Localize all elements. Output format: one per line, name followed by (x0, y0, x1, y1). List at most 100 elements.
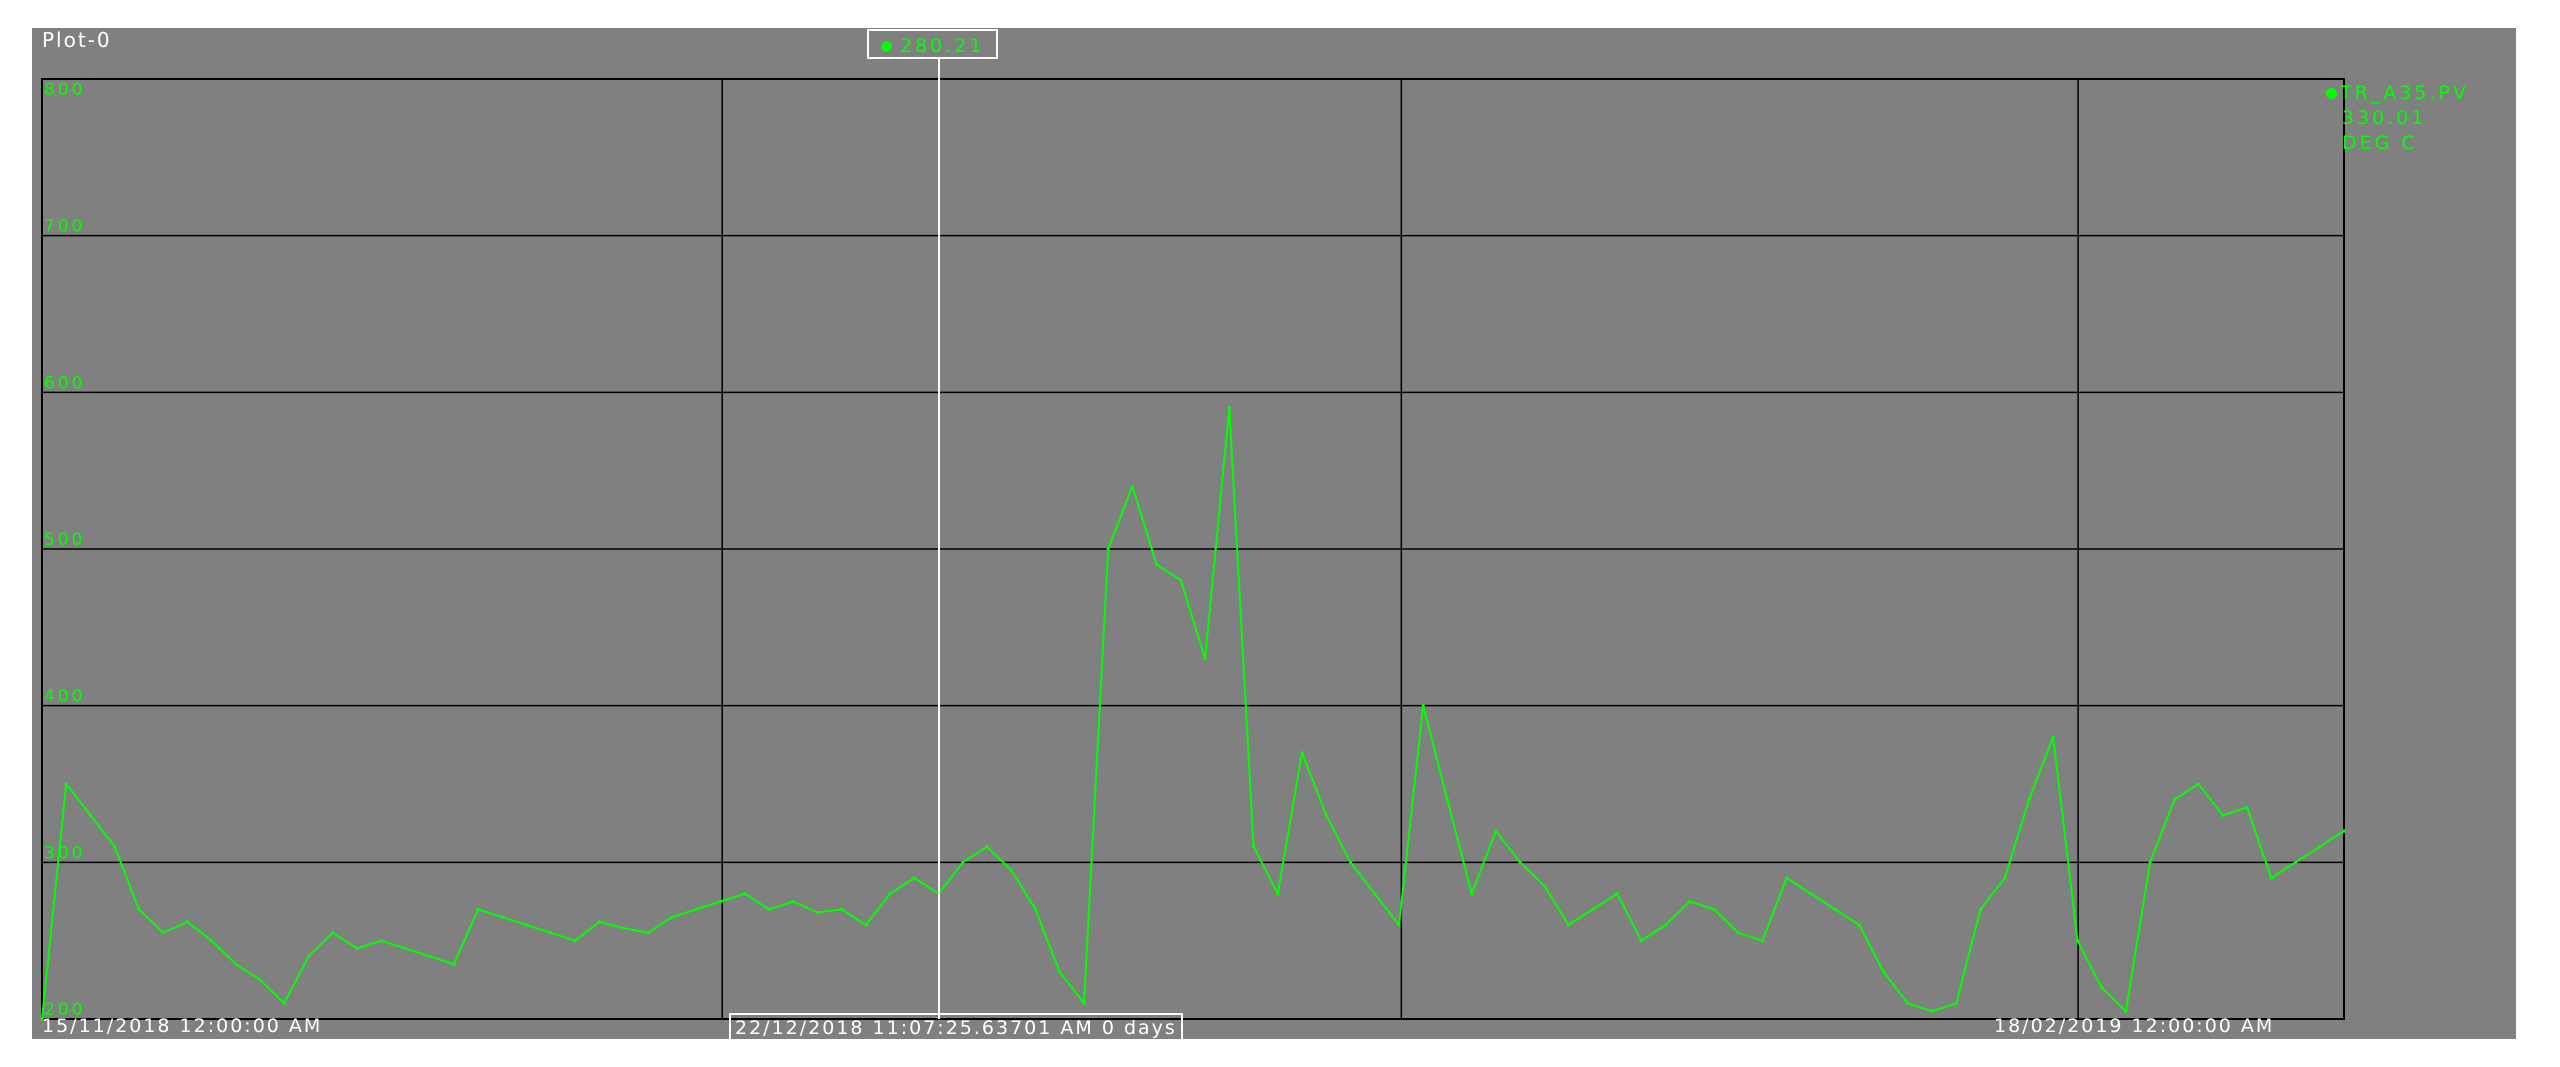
data-point (161, 931, 165, 935)
data-point (1130, 484, 1134, 488)
data-point (888, 892, 892, 896)
data-point (1591, 907, 1595, 911)
data-point (282, 1001, 286, 1005)
data-point (718, 899, 723, 904)
data-point (331, 931, 335, 935)
data-point (1227, 406, 1231, 410)
data-point (597, 920, 601, 924)
data-point (791, 899, 795, 904)
data-point (622, 926, 626, 930)
data-point (1009, 868, 1013, 872)
data-point (767, 907, 771, 911)
data-point (113, 845, 117, 849)
data-point (1809, 892, 1813, 896)
data-point (2221, 813, 2225, 817)
cursor-value-readout[interactable]: 280.21 (867, 29, 999, 59)
y-tick-label: 300 (44, 843, 85, 863)
data-point (864, 923, 868, 927)
data-point (1470, 892, 1474, 896)
data-point (1033, 907, 1038, 911)
legend-units: DEG C (2342, 132, 2418, 154)
data-point (1954, 1001, 1958, 1005)
data-point (1518, 860, 1522, 864)
data-point (1106, 547, 1110, 551)
data-point (1760, 939, 1764, 943)
data-point (2075, 939, 2080, 943)
trend-plot[interactable]: 200300400500600700800 (32, 28, 2516, 1039)
data-point (646, 931, 650, 935)
data-point (476, 907, 480, 911)
data-point (1373, 892, 1377, 896)
data-point (137, 907, 141, 911)
y-tick-label: 700 (44, 217, 85, 237)
data-point (1421, 704, 1425, 708)
data-point (88, 813, 93, 817)
data-point (1857, 923, 1861, 927)
data-point (1639, 939, 1643, 943)
data-point (1082, 1001, 1086, 1005)
data-point (2051, 735, 2055, 739)
data-point (2148, 860, 2152, 864)
data-point (1179, 578, 1183, 582)
legend-value: 330.01 (2342, 107, 2427, 129)
data-point (379, 939, 383, 943)
data-point (1615, 892, 1619, 896)
data-point (2293, 860, 2298, 864)
data-point (64, 782, 68, 786)
data-point (1785, 876, 1789, 880)
series-dot-icon (881, 41, 892, 52)
data-point (1300, 751, 1304, 755)
data-point (355, 946, 359, 951)
data-point (815, 910, 820, 915)
data-point (452, 962, 456, 966)
data-point (2269, 876, 2273, 880)
data-point (1736, 931, 1740, 935)
data-point (403, 946, 408, 951)
y-tick-label: 400 (44, 687, 85, 707)
data-point (2342, 829, 2346, 833)
data-point (210, 939, 214, 943)
series-line-tr-a35[interactable] (41, 407, 2345, 1020)
data-point (2172, 798, 2176, 802)
data-point (2027, 798, 2031, 802)
data-point (428, 954, 432, 958)
legend[interactable]: TR_A35.PV 330.01 DEG C (2326, 81, 2469, 156)
data-point (525, 923, 529, 927)
data-point (743, 892, 747, 896)
data-point (1688, 899, 1692, 904)
data-point (2100, 986, 2104, 990)
data-point (1712, 907, 1716, 911)
data-point (2245, 805, 2249, 810)
data-point (1348, 860, 1353, 864)
data-point (2197, 782, 2201, 786)
legend-tag-row: TR_A35.PV (2326, 81, 2469, 106)
data-point (549, 931, 553, 935)
series-dot-icon (2326, 88, 2337, 99)
trend-window: 200 300 400 500 600 700 800 Plot-0 280.21 TR_A… (32, 28, 2516, 1039)
data-point (694, 907, 698, 911)
grid (42, 78, 2344, 1020)
data-point (912, 876, 916, 880)
data-point (670, 915, 674, 919)
data-point (1445, 798, 1449, 802)
y-tick-label: 500 (44, 530, 85, 550)
cursor-time-readout[interactable]: 22/12/2018 11:07:25.63701 AM 0 days (729, 1013, 1183, 1039)
data-point (234, 962, 238, 966)
data-point (1663, 923, 1668, 927)
data-point (258, 978, 262, 982)
data-point (985, 845, 989, 849)
legend-tag: TR_A35.PV (2340, 82, 2469, 104)
data-point (1494, 829, 1498, 833)
data-point (1906, 1001, 1910, 1005)
data-point (1155, 563, 1159, 567)
data-point (2003, 876, 2007, 880)
series-layer (40, 406, 2346, 1021)
data-point (961, 860, 965, 864)
data-point (840, 907, 844, 911)
data-point (1882, 970, 1886, 974)
data-point (1833, 907, 1837, 911)
data-point (1567, 923, 1571, 927)
data-point (573, 939, 577, 943)
cursor-value: 280.21 (900, 35, 985, 57)
data-point (1276, 892, 1280, 896)
